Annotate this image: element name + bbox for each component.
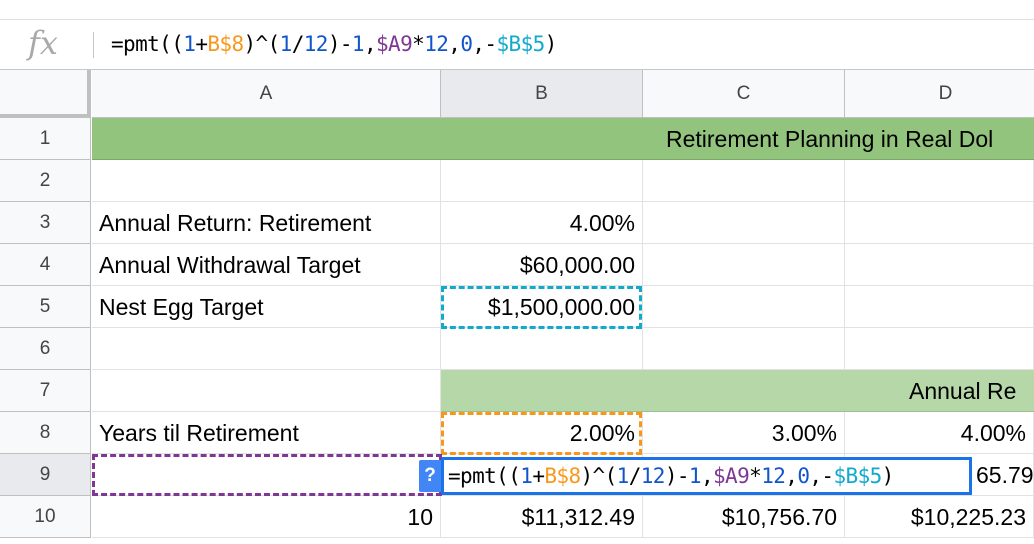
sheet-title: Retirement Planning in Real Dol xyxy=(666,126,994,152)
cell-a10[interactable]: 10 xyxy=(92,496,441,538)
cell-d6[interactable] xyxy=(845,328,1034,370)
cell-b3[interactable]: 4.00% xyxy=(441,202,643,244)
cell-editor-token: * xyxy=(749,464,762,488)
cell-editor-token: )^( xyxy=(580,464,618,488)
formula-bar-token: 12 xyxy=(303,32,329,56)
cell-editor-token: 1 xyxy=(688,464,702,488)
cell-a5[interactable]: Nest Egg Target xyxy=(92,286,441,328)
formula-bar-token: =pmt(( xyxy=(111,32,184,56)
cell-d4[interactable] xyxy=(845,244,1034,286)
formula-bar-token: / xyxy=(291,32,305,56)
formula-bar[interactable]: fx =pmt((1+B$8)^(1/12)-1,$A9*12,0,-$B$5) xyxy=(0,20,1034,70)
cell-editor-token: ,- xyxy=(809,464,834,488)
cell-c10[interactable]: $10,756.70 xyxy=(643,496,845,538)
cell-c8[interactable]: 3.00% xyxy=(643,412,845,454)
formula-bar-input[interactable]: =pmt((1+B$8)^(1/12)-1,$A9*12,0,-$B$5) xyxy=(111,32,557,56)
cell-b2[interactable] xyxy=(441,160,643,202)
cell-formula-editor[interactable]: =pmt((1+B$8)^(1/12)-1,$A9*12,0,-$B$5) xyxy=(441,457,972,495)
cell-a8[interactable]: Years til Retirement xyxy=(92,412,441,454)
annual-return-header-merged[interactable]: Annual Re xyxy=(441,370,1034,412)
formula-help-button[interactable]: ? xyxy=(419,460,441,492)
formula-bar-token: 12 xyxy=(424,32,449,56)
row-header-7[interactable]: 7 xyxy=(0,370,91,412)
cell-editor-token: $A9 xyxy=(713,464,750,488)
row-header-3[interactable]: 3 xyxy=(0,202,91,244)
annual-return-header: Annual Re xyxy=(909,378,1017,404)
formula-bar-token: $A9 xyxy=(376,32,413,56)
formula-bar-token: ,- xyxy=(472,32,497,56)
cell-d10[interactable]: $10,225.23 xyxy=(845,496,1034,538)
formula-bar-token: ) xyxy=(544,32,558,56)
row-header-9[interactable]: 9 xyxy=(0,454,91,496)
row-header-5[interactable]: 5 xyxy=(0,286,91,328)
cell-editor-token: 0 xyxy=(797,464,810,488)
cell-b4[interactable]: $60,000.00 xyxy=(441,244,643,286)
cell-d8[interactable]: 4.00% xyxy=(845,412,1034,454)
formula-bar-token: $B$5 xyxy=(496,32,545,56)
cell-d5[interactable] xyxy=(845,286,1034,328)
cell-c6[interactable] xyxy=(643,328,845,370)
cell-editor-token: )- xyxy=(664,464,690,488)
column-header-d[interactable]: D xyxy=(845,70,1034,118)
cell-editor-token: , xyxy=(700,464,714,488)
row-header-8[interactable]: 8 xyxy=(0,412,91,454)
row-header-1[interactable]: 1 xyxy=(0,118,91,160)
cell-c2[interactable] xyxy=(643,160,845,202)
cell-a4[interactable]: Annual Withdrawal Target xyxy=(92,244,441,286)
formula-bar-token: )- xyxy=(327,32,353,56)
cell-editor-token: , xyxy=(785,464,798,488)
cell-d3[interactable] xyxy=(845,202,1034,244)
cell-c4[interactable] xyxy=(643,244,845,286)
fx-icon: fx xyxy=(28,24,58,62)
formula-bar-token: , xyxy=(448,32,461,56)
formula-bar-token: 1 xyxy=(351,32,365,56)
column-header-a[interactable]: A xyxy=(92,70,441,118)
formula-bar-token: B$8 xyxy=(207,32,244,56)
cell-editor-token: / xyxy=(628,464,642,488)
cell-a7[interactable] xyxy=(92,370,441,412)
cell-a2[interactable] xyxy=(92,160,441,202)
cell-a9[interactable] xyxy=(92,454,441,496)
cell-editor-token: $B$5 xyxy=(833,464,882,488)
cell-d9-value: 65.79 xyxy=(976,462,1034,488)
cell-editor-token: + xyxy=(532,464,545,488)
top-strip xyxy=(0,0,1034,20)
cell-editor-token: ) xyxy=(881,464,895,488)
cell-editor-token: 1 xyxy=(520,464,533,488)
cell-b8[interactable]: 2.00% xyxy=(441,412,643,454)
cell-b6[interactable] xyxy=(441,328,643,370)
formula-bar-token: + xyxy=(195,32,208,56)
row-header-2[interactable]: 2 xyxy=(0,160,91,202)
formula-bar-token: 1 xyxy=(279,32,293,56)
cell-editor-token: 1 xyxy=(616,464,630,488)
cell-b10[interactable]: $11,312.49 xyxy=(441,496,643,538)
formula-bar-token: 0 xyxy=(460,32,473,56)
cell-a3[interactable]: Annual Return: Retirement xyxy=(92,202,441,244)
formula-bar-token: )^( xyxy=(243,32,281,56)
cell-c3[interactable] xyxy=(643,202,845,244)
row-header-10[interactable]: 10 xyxy=(0,496,91,538)
column-header-b[interactable]: B xyxy=(441,70,643,118)
row-header-4[interactable]: 4 xyxy=(0,244,91,286)
cell-d2[interactable] xyxy=(845,160,1034,202)
cell-editor-token: B$8 xyxy=(544,464,581,488)
select-all-corner[interactable] xyxy=(0,70,91,118)
title-cell-merged[interactable]: Retirement Planning in Real Dol xyxy=(92,118,1034,160)
formula-bar-divider xyxy=(93,32,94,58)
cell-a6[interactable] xyxy=(92,328,441,370)
cell-editor-token: 12 xyxy=(761,464,786,488)
cell-b5[interactable]: $1,500,000.00 xyxy=(441,286,643,328)
formula-bar-token: 1 xyxy=(183,32,196,56)
formula-bar-token: , xyxy=(363,32,377,56)
row-header-6[interactable]: 6 xyxy=(0,328,91,370)
cell-editor-token: =pmt(( xyxy=(448,464,521,488)
formula-bar-token: * xyxy=(412,32,425,56)
column-header-c[interactable]: C xyxy=(643,70,845,118)
cell-c5[interactable] xyxy=(643,286,845,328)
cell-editor-token: 12 xyxy=(640,464,666,488)
